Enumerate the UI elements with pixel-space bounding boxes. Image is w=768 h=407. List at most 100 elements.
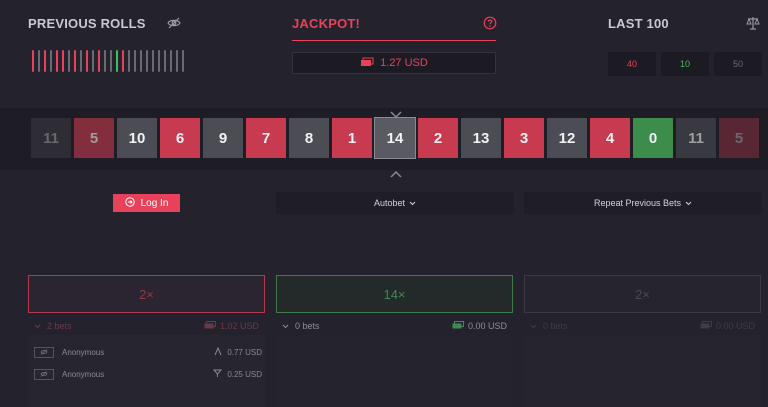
jackpot-amount: 1.27 USD — [380, 57, 428, 69]
previous-rolls-title: PREVIOUS ROLLS — [28, 16, 146, 31]
previous-roll-tick — [68, 50, 70, 72]
bet-red-multiplier: 2× — [139, 286, 154, 302]
roll-cell: 10 — [117, 118, 157, 158]
roll-cell: 14 — [374, 117, 416, 159]
chevron-down-icon — [530, 321, 537, 331]
previous-roll-tick — [164, 50, 166, 72]
previous-roll-tick — [176, 50, 178, 72]
cash-icon — [204, 321, 216, 331]
last-100-gray-count: 50 — [714, 52, 762, 76]
last-100-red-count: 40 — [608, 52, 656, 76]
previous-roll-tick — [32, 50, 34, 72]
roll-cell: 9 — [203, 118, 243, 158]
gray-bets-total: 0.00 USD — [715, 321, 755, 331]
previous-roll-tick — [134, 50, 136, 72]
roll-cell: 6 — [160, 118, 200, 158]
chevron-down-icon — [390, 106, 402, 119]
cash-icon — [452, 321, 464, 331]
previous-roll-tick — [80, 50, 82, 72]
previous-roll-tick — [110, 50, 112, 72]
jackpot-title: JACKPOT! — [292, 16, 361, 31]
roll-cell: 5 — [74, 118, 114, 158]
anonymous-avatar-icon — [34, 368, 54, 380]
bettor-name: Anonymous — [62, 369, 105, 379]
previous-roll-tick — [158, 50, 160, 72]
previous-roll-tick — [98, 50, 100, 72]
roll-cell: 13 — [461, 118, 501, 158]
green-bets-count: 0 bets — [295, 321, 320, 331]
previous-roll-tick — [38, 50, 40, 72]
roll-cell: 11 — [676, 118, 716, 158]
bet-green-multiplier: 14× — [383, 286, 406, 302]
roll-cell: 7 — [246, 118, 286, 158]
previous-roll-tick — [86, 50, 88, 72]
roll-cell: 3 — [504, 118, 544, 158]
chevron-down-icon — [685, 198, 692, 208]
bet-gray-multiplier: 2× — [635, 286, 650, 302]
previous-roll-tick — [116, 50, 118, 72]
previous-roll-tick — [62, 50, 64, 72]
coin-icon — [213, 369, 223, 380]
roll-cell: 2 — [418, 118, 458, 158]
previous-rolls-bar — [32, 50, 184, 72]
cash-icon — [360, 57, 374, 70]
chevron-up-icon — [390, 165, 402, 178]
anonymous-avatar-icon — [34, 346, 54, 358]
roll-cell: 8 — [289, 118, 329, 158]
bet-red-button[interactable]: 2× — [28, 275, 265, 313]
bettor-name: Anonymous — [62, 347, 105, 357]
previous-roll-tick — [56, 50, 58, 72]
previous-roll-tick — [92, 50, 94, 72]
login-button[interactable]: Log In — [113, 194, 180, 212]
jackpot-amount-box: 1.27 USD — [292, 52, 496, 74]
gray-bets-summary[interactable]: 0 bets 0.00 USD — [524, 318, 761, 334]
repeat-bets-dropdown[interactable]: Repeat Previous Bets — [524, 192, 762, 214]
last-100-green-count: 10 — [661, 52, 709, 76]
help-icon[interactable] — [483, 16, 497, 30]
last-100-title: LAST 100 — [608, 16, 669, 31]
bet-gray-button[interactable]: 2× — [524, 275, 761, 313]
previous-roll-tick — [146, 50, 148, 72]
green-bets-summary[interactable]: 0 bets 0.00 USD — [276, 318, 513, 334]
chevron-down-icon — [34, 321, 41, 331]
login-icon — [124, 196, 135, 210]
roll-cell: 1 — [332, 118, 372, 158]
green-bets-list — [276, 335, 513, 407]
previous-roll-tick — [104, 50, 106, 72]
previous-roll-tick — [44, 50, 46, 72]
cash-icon — [700, 321, 712, 331]
roll-cell: 5 — [719, 118, 759, 158]
chevron-down-icon — [282, 321, 289, 331]
login-label: Log In — [140, 197, 169, 209]
bet-green-button[interactable]: 14× — [276, 275, 513, 313]
bettor-amount: 0.25 USD — [227, 369, 262, 379]
previous-roll-tick — [170, 50, 172, 72]
gray-bets-count: 0 bets — [543, 321, 568, 331]
roll-cell: 12 — [547, 118, 587, 158]
previous-roll-tick — [140, 50, 142, 72]
previous-roll-tick — [50, 50, 52, 72]
autobet-label: Autobet — [373, 198, 406, 208]
red-bets-count: 2 bets — [47, 321, 72, 331]
roll-cell: 11 — [31, 118, 71, 158]
eye-off-icon[interactable] — [167, 16, 181, 30]
bettor-amount: 0.77 USD — [227, 347, 262, 357]
chevron-down-icon — [409, 198, 416, 208]
coin-icon — [214, 346, 222, 358]
scale-icon[interactable] — [746, 16, 760, 30]
roll-strip: 11 5 10 6 9 7 8 1 14 2 13 3 12 4 0 11 5 — [31, 117, 759, 159]
previous-roll-tick — [74, 50, 76, 72]
previous-roll-tick — [182, 50, 184, 72]
roll-cell: 0 — [633, 118, 673, 158]
green-bets-total: 0.00 USD — [467, 321, 507, 331]
repeat-bets-label: Repeat Previous Bets — [593, 198, 682, 208]
bettor-row: Anonymous 0.25 USD — [34, 367, 262, 381]
red-bets-summary[interactable]: 2 bets 1.02 USD — [28, 318, 265, 334]
previous-roll-tick — [152, 50, 154, 72]
red-bets-total: 1.02 USD — [219, 321, 259, 331]
previous-roll-tick — [128, 50, 130, 72]
bettor-row: Anonymous 0.77 USD — [34, 345, 262, 359]
autobet-dropdown[interactable]: Autobet — [276, 192, 514, 214]
jackpot-underline — [292, 40, 496, 41]
roll-cell: 4 — [590, 118, 630, 158]
